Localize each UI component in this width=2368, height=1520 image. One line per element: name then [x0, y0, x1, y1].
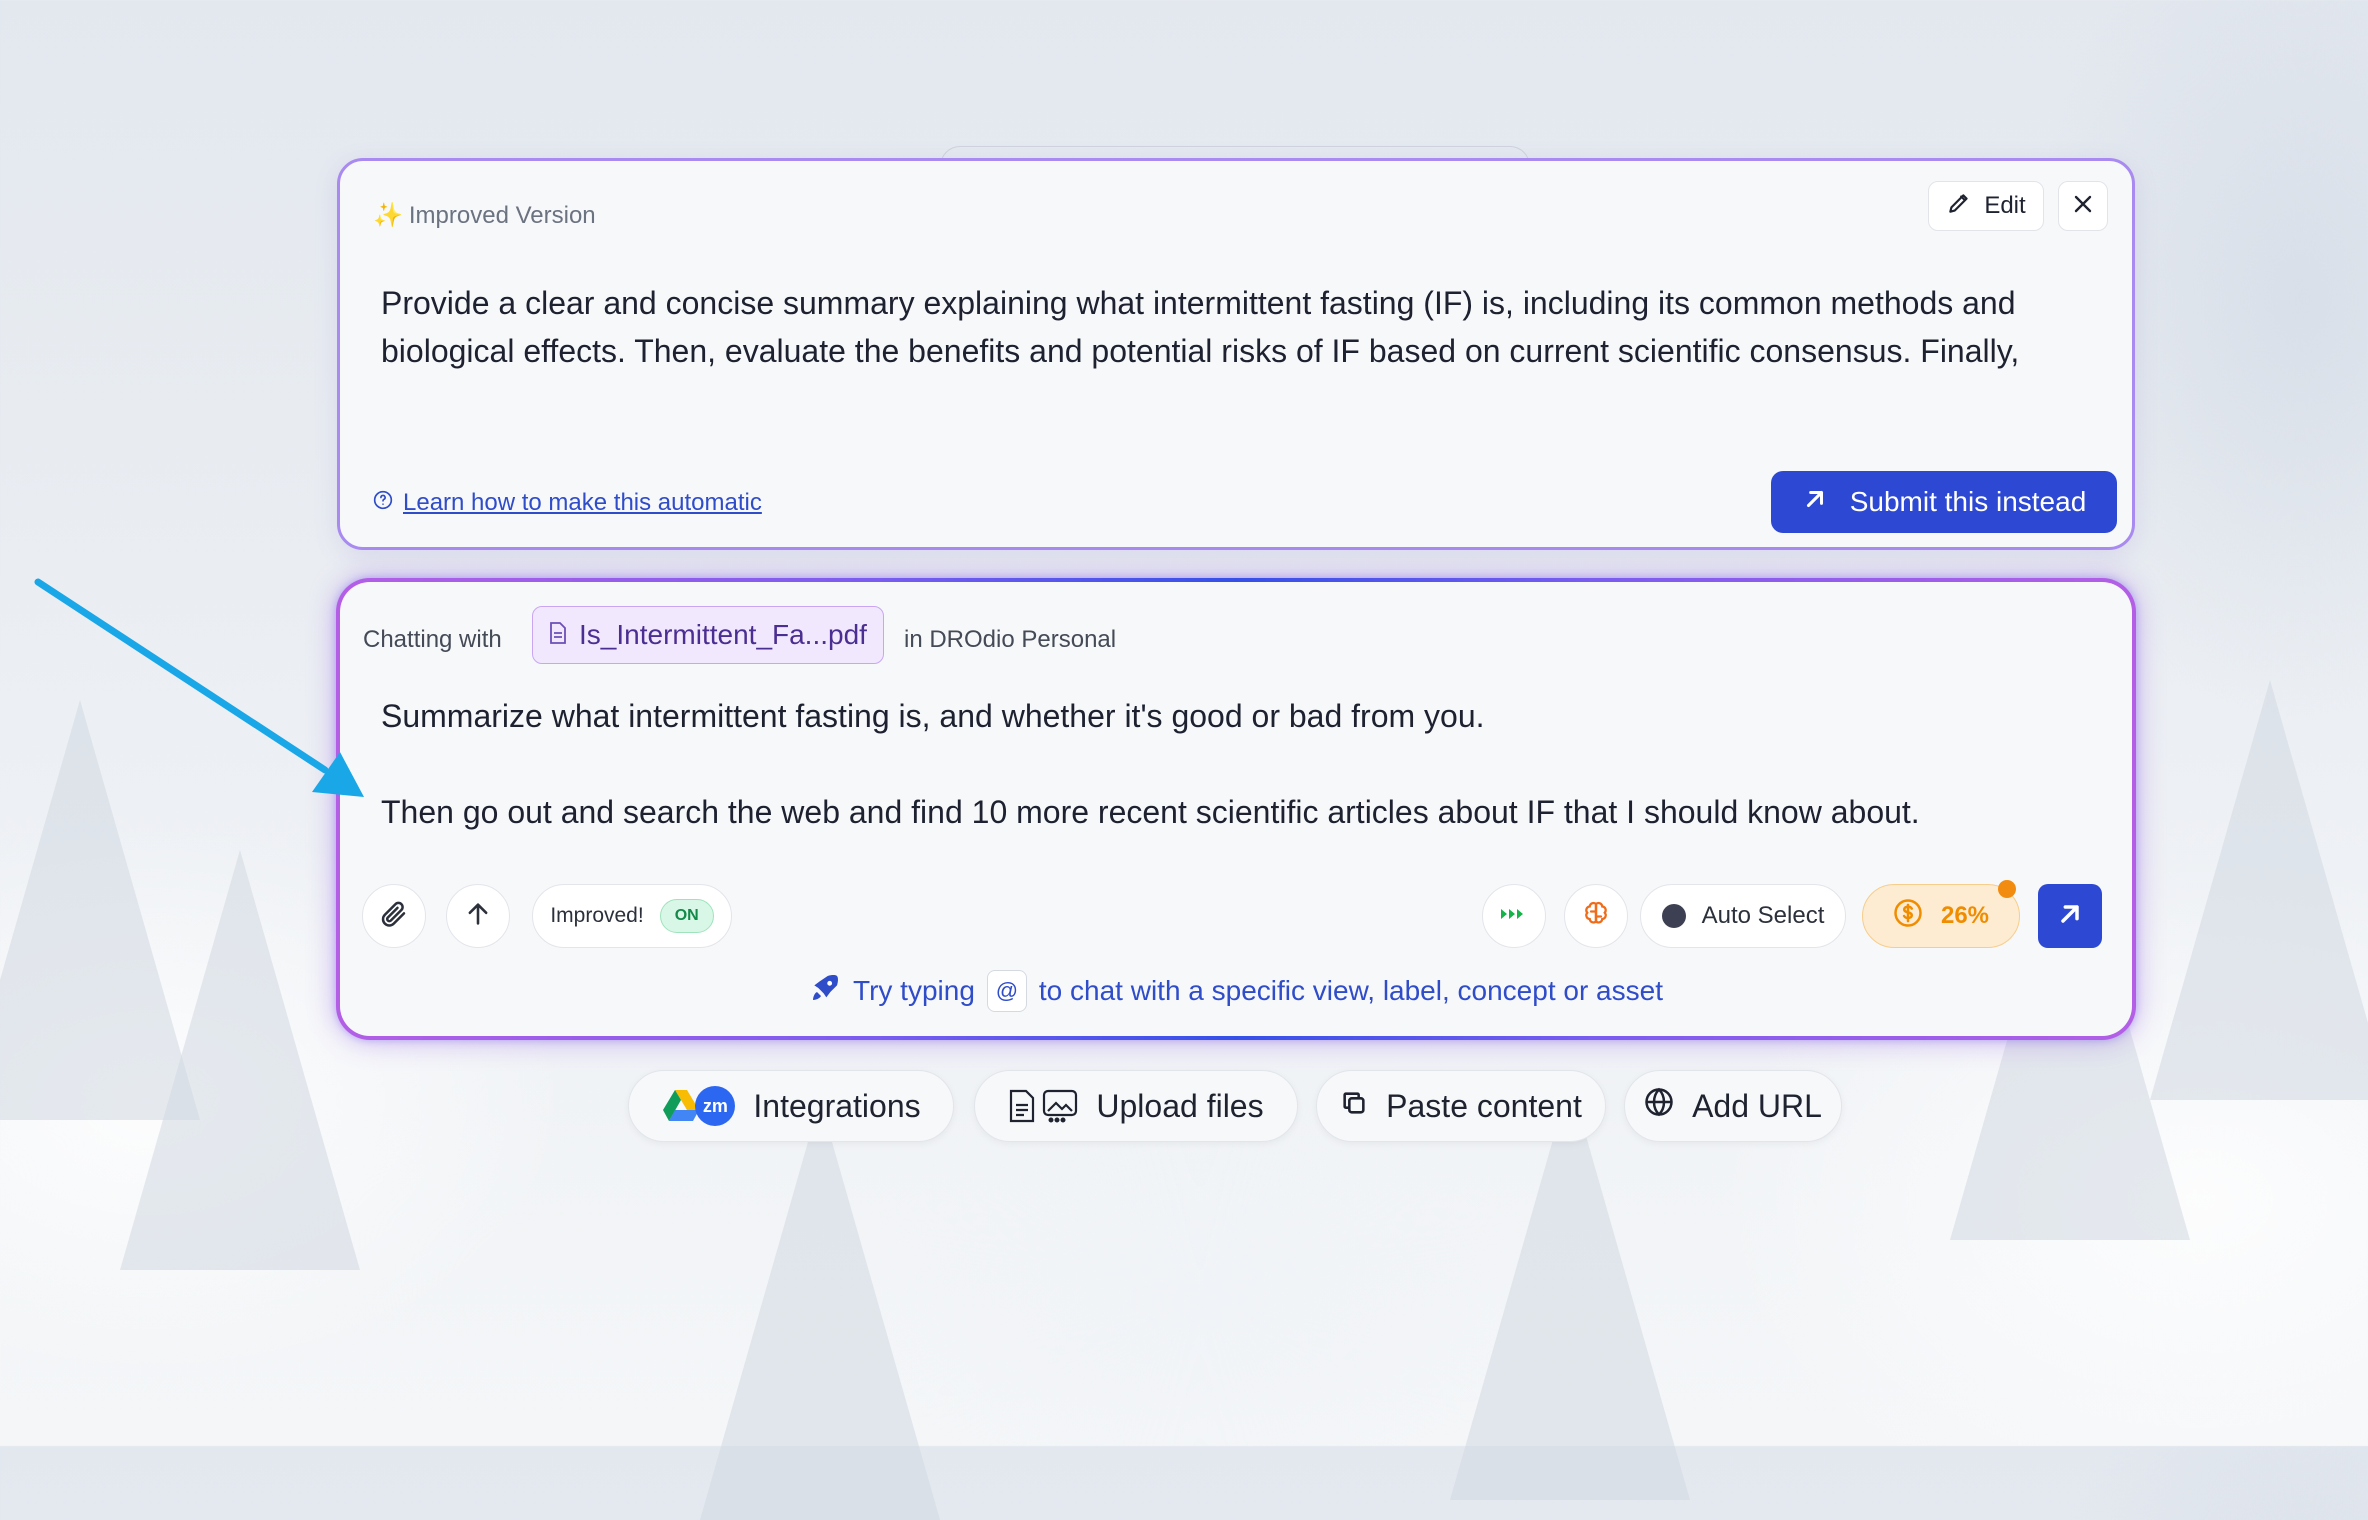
- attached-file-chip[interactable]: Is_Intermittent_Fa...pdf: [532, 606, 884, 664]
- workspace-label: in DROdio Personal: [904, 626, 1117, 653]
- edit-label: Edit: [1984, 192, 2026, 219]
- model-label: Auto Select: [1701, 902, 1825, 929]
- rocket-icon: [809, 972, 841, 1011]
- help-circle-icon: [373, 489, 393, 517]
- brain-icon: [1581, 899, 1611, 934]
- send-button[interactable]: [2038, 884, 2102, 948]
- arrow-up-icon: [464, 900, 492, 933]
- model-icon: [1661, 904, 1686, 928]
- learn-link-text: Learn how to make this automatic: [403, 489, 762, 516]
- sparkle-icon: ✨: [373, 202, 403, 229]
- paste-content-button[interactable]: Paste content: [1316, 1070, 1606, 1142]
- credit-usage-badge[interactable]: 26%: [1862, 884, 2020, 948]
- upload-files-button[interactable]: Upload files: [974, 1070, 1298, 1142]
- improve-prompt-button[interactable]: [446, 884, 510, 948]
- integrations-button[interactable]: zm Integrations: [628, 1070, 954, 1142]
- upload-files-label: Upload files: [1096, 1087, 1264, 1124]
- notification-dot: [1998, 880, 2016, 898]
- background-tree: [2150, 680, 2368, 1100]
- integrations-label: Integrations: [753, 1087, 921, 1124]
- copy-icon: [1340, 1088, 1368, 1125]
- background-tree: [700, 1100, 940, 1520]
- submit-instead-button[interactable]: Submit this instead: [1771, 471, 2117, 533]
- edit-button[interactable]: Edit: [1928, 181, 2044, 231]
- typing-hint: Try typing @ to chat with a specific vie…: [340, 970, 2132, 1012]
- arrow-up-right-icon: [1802, 486, 1828, 519]
- dollar-coin-icon: [1893, 898, 1923, 935]
- paperclip-icon: [379, 899, 409, 934]
- improved-version-title: ✨ Improved Version: [373, 201, 596, 230]
- file-image-icon: [1008, 1089, 1078, 1123]
- improved-title-text: Improved Version: [408, 202, 596, 229]
- credit-percent: 26%: [1940, 902, 1990, 929]
- globe-icon: [1644, 1087, 1674, 1125]
- chatting-with-label: Chatting with: [363, 626, 502, 653]
- hint-suffix: to chat with a specific view, label, con…: [1038, 975, 1663, 1006]
- brain-mode-button[interactable]: [1564, 884, 1628, 948]
- improved-version-card: ✨ Improved Version Edit Provide a clear a…: [337, 158, 2135, 550]
- prompt-blank-line: [381, 740, 2111, 788]
- document-icon: [549, 619, 567, 651]
- arrow-up-right-icon: [2056, 900, 2084, 933]
- submit-label: Submit this instead: [1849, 486, 2087, 517]
- paste-content-label: Paste content: [1386, 1087, 1582, 1124]
- at-key: @: [986, 970, 1027, 1012]
- close-button[interactable]: [2058, 181, 2108, 231]
- add-url-button[interactable]: Add URL: [1624, 1070, 1842, 1142]
- learn-automatic-link[interactable]: Learn how to make this automatic: [373, 489, 762, 517]
- toggle-state-badge: ON: [659, 899, 714, 933]
- prompt-line-2: Then go out and search the web and find …: [381, 794, 1920, 830]
- speed-mode-button[interactable]: [1482, 884, 1546, 948]
- improved-toggle[interactable]: Improved! ON: [532, 884, 732, 948]
- fast-forward-icon: [1499, 907, 1529, 926]
- attach-button[interactable]: [362, 884, 426, 948]
- file-name: Is_Intermittent_Fa...pdf: [579, 619, 867, 650]
- pencil-icon: [1946, 190, 1972, 223]
- improved-prompt-text: Provide a clear and concise summary expl…: [381, 285, 2020, 369]
- prompt-input[interactable]: Summarize what intermittent fasting is, …: [381, 692, 2111, 836]
- zoom-icon: zm: [695, 1086, 736, 1126]
- integration-logos: zm: [661, 1086, 736, 1126]
- chat-input-card: Chatting with Is_Intermittent_Fa...pdf i…: [336, 578, 2136, 1040]
- hint-prefix: Try typing: [853, 975, 975, 1006]
- close-icon: [2071, 192, 2095, 221]
- improved-toggle-label: Improved!: [550, 904, 644, 927]
- background-tree: [1450, 1080, 1690, 1500]
- add-url-label: Add URL: [1692, 1087, 1822, 1124]
- prompt-line-1: Summarize what intermittent fasting is, …: [381, 698, 1485, 734]
- model-select[interactable]: Auto Select: [1640, 884, 1846, 948]
- background-tree: [120, 850, 360, 1270]
